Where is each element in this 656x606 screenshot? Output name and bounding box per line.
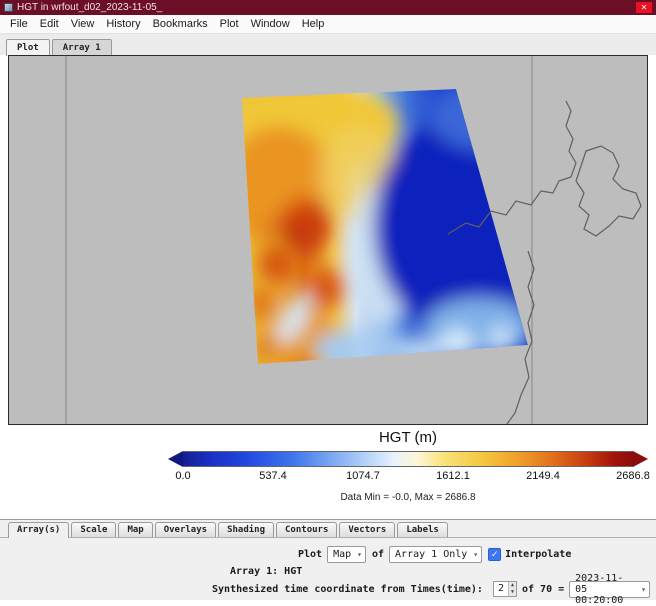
time-index-spinner[interactable]: 2 ▲ ▼ (493, 581, 517, 597)
array-info-text: Array 1: HGT (230, 566, 302, 577)
menu-plot[interactable]: Plot (214, 15, 245, 33)
colorbar-title: HGT (m) (168, 429, 648, 446)
plot-type-row: Plot Map ▾ of Array 1 Only ▾ ✓ Interpola… (298, 544, 656, 564)
colorbar-gradient (183, 451, 633, 467)
tab-map[interactable]: Map (118, 522, 152, 537)
colorbar-row (168, 451, 648, 467)
time-select[interactable]: 2023-11-05 00:20:00 ▾ (569, 581, 650, 598)
window-title: HGT in wrfout_d02_2023-11-05_ (17, 0, 636, 15)
tick-0: 0.0 (175, 470, 190, 482)
tick-1: 537.4 (259, 470, 287, 482)
tick-4: 2149.4 (526, 470, 560, 482)
menu-edit[interactable]: Edit (34, 15, 65, 33)
tick-5: 2686.8 (616, 470, 650, 482)
close-button[interactable]: ✕ (636, 2, 652, 13)
time-coordinate-row: Synthesized time coordinate from Times(t… (212, 579, 656, 599)
map-plot-canvas (8, 55, 648, 425)
application-window: HGT in wrfout_d02_2023-11-05_ ✕ File Edi… (0, 0, 656, 600)
menu-bookmarks[interactable]: Bookmarks (147, 15, 214, 33)
menu-history[interactable]: History (100, 15, 146, 33)
data-minmax-text: Data Min = -0.0, Max = 2686.8 (168, 492, 648, 503)
tab-shading[interactable]: Shading (218, 522, 274, 537)
array-mode-value: Array 1 Only (395, 549, 467, 560)
tab-vectors[interactable]: Vectors (339, 522, 395, 537)
time-index-value: 2 (494, 582, 508, 596)
tab-array-1[interactable]: Array 1 (52, 39, 112, 55)
chevron-down-icon: ▾ (641, 585, 646, 594)
plot-label: Plot (298, 549, 322, 560)
tick-2: 1074.7 (346, 470, 380, 482)
menu-view[interactable]: View (65, 15, 101, 33)
app-icon (4, 3, 13, 12)
tab-overlays[interactable]: Overlays (155, 522, 216, 537)
colorbar-left-arrow-icon (168, 451, 183, 467)
tab-arrays[interactable]: Array(s) (8, 522, 69, 538)
time-total-label: of 70 = (522, 584, 564, 595)
time-coordinate-label: Synthesized time coordinate from Times(t… (212, 584, 483, 595)
plot-type-value: Map (333, 549, 351, 560)
colorbar-right-arrow-icon (633, 451, 648, 467)
interpolate-label: Interpolate (505, 549, 571, 560)
terrain-map-svg (9, 56, 647, 424)
tab-scale[interactable]: Scale (71, 522, 116, 537)
spinner-up-icon[interactable]: ▲ (509, 582, 516, 589)
menu-bar: File Edit View History Bookmarks Plot Wi… (0, 15, 656, 34)
top-tab-bar: Plot Array 1 (0, 34, 656, 55)
spinner-buttons: ▲ ▼ (508, 582, 516, 596)
bottom-tab-bar: Array(s) Scale Map Overlays Shading Cont… (0, 520, 656, 538)
spinner-down-icon[interactable]: ▼ (509, 589, 516, 596)
chevron-down-icon: ▾ (357, 550, 362, 559)
menu-window[interactable]: Window (245, 15, 296, 33)
bottom-control-panel: Array(s) Scale Map Overlays Shading Cont… (0, 519, 656, 600)
menu-file[interactable]: File (4, 15, 34, 33)
colorbar-ticks: 0.0 537.4 1074.7 1612.1 2149.4 2686.8 (183, 470, 633, 484)
arrays-tab-controls: Plot Map ▾ of Array 1 Only ▾ ✓ Interpola… (210, 544, 656, 599)
chevron-down-icon: ▾ (473, 550, 478, 559)
window-titlebar: HGT in wrfout_d02_2023-11-05_ ✕ (0, 0, 656, 15)
tab-plot[interactable]: Plot (6, 39, 50, 56)
of-label: of (372, 549, 384, 560)
array-mode-select[interactable]: Array 1 Only ▾ (389, 546, 482, 563)
tab-contours[interactable]: Contours (276, 522, 337, 537)
plot-type-select[interactable]: Map ▾ (327, 546, 366, 563)
menu-help[interactable]: Help (296, 15, 331, 33)
time-value: 2023-11-05 00:20:00 (575, 573, 635, 606)
interpolate-checkbox[interactable]: ✓ (488, 548, 501, 561)
tab-labels[interactable]: Labels (397, 522, 448, 537)
tick-3: 1612.1 (436, 470, 470, 482)
colorbar-legend: HGT (m) 0.0 537.4 1074.7 1612.1 2149.4 2… (168, 427, 648, 517)
